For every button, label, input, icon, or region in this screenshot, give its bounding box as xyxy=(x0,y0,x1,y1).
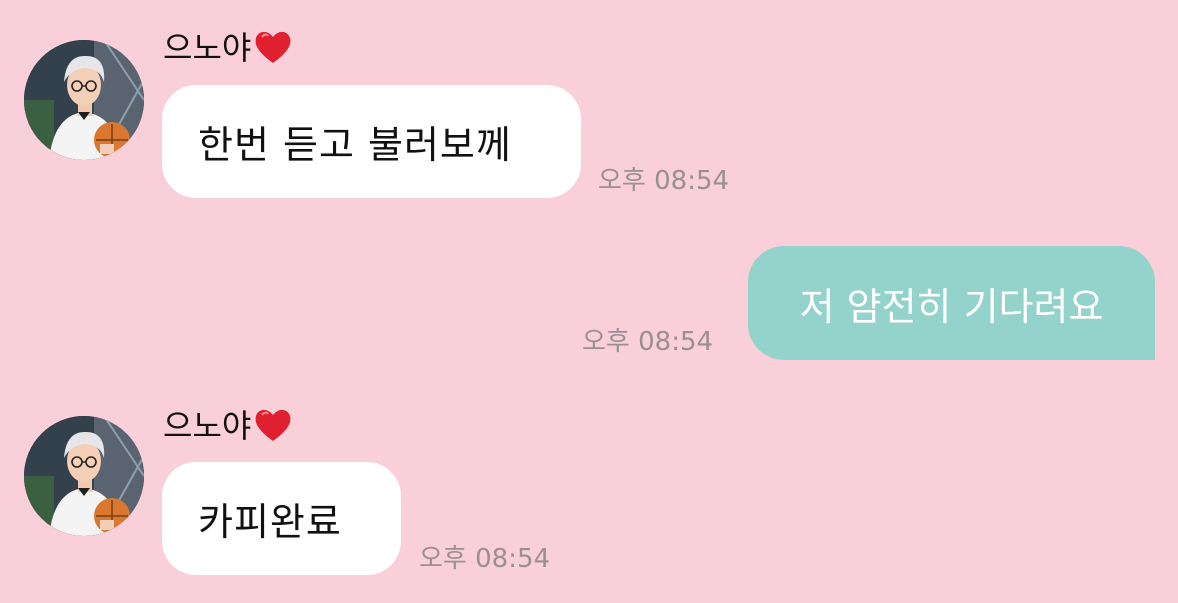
sender-avatar[interactable] xyxy=(24,416,144,536)
message-text: 저 얌전히 기다려요 xyxy=(799,284,1104,329)
sender-avatar[interactable] xyxy=(24,40,144,160)
message-text: 카피완료 xyxy=(198,500,342,544)
heart-icon xyxy=(255,409,291,441)
message-timestamp: 오후 08:54 xyxy=(582,327,714,357)
sender-name-label: 으노야 xyxy=(163,29,252,67)
heart-icon xyxy=(255,31,291,63)
message-text: 한번 듣고 불러보께 xyxy=(198,123,512,167)
sender-name: 으노야 xyxy=(163,406,293,446)
message-bubble-incoming[interactable]: 한번 듣고 불러보께 xyxy=(162,85,581,198)
message-bubble-outgoing[interactable]: 저 얌전히 기다려요 xyxy=(748,246,1155,360)
sender-name-label: 으노야 xyxy=(163,407,252,445)
message-timestamp: 오후 08:54 xyxy=(598,166,730,196)
sender-name: 으노야 xyxy=(163,28,293,68)
message-timestamp: 오후 08:54 xyxy=(419,544,551,574)
message-bubble-incoming[interactable]: 카피완료 xyxy=(162,462,401,575)
